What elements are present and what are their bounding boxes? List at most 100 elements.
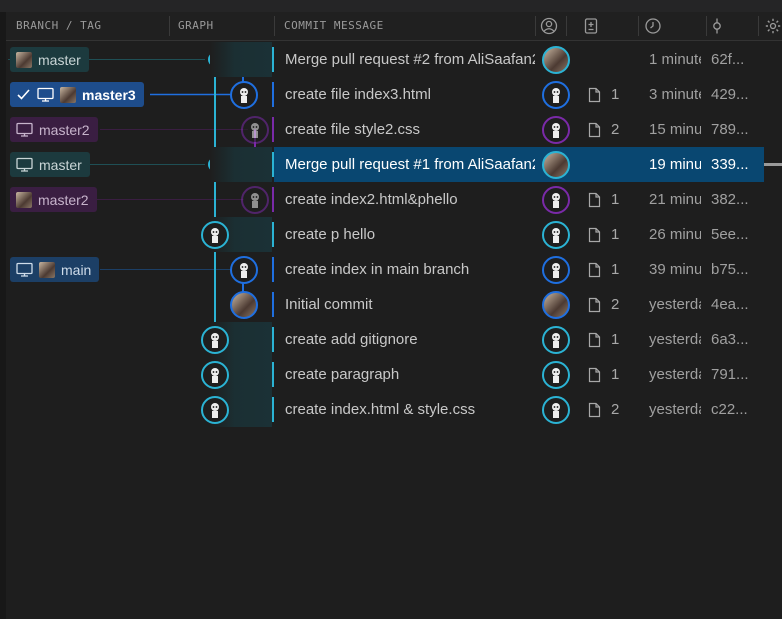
commit-message: Merge pull request #1 from AliSaafan2 (285, 156, 535, 173)
commit-message: create file index3.html (285, 86, 431, 103)
commit-time: yesterday (649, 331, 701, 348)
branch-tag-master2[interactable]: master2 (10, 117, 98, 142)
header-separator[interactable] (638, 16, 639, 36)
avatar (542, 46, 570, 74)
commit-row[interactable]: master2 create index2.html&phello 1 21 m… (0, 182, 782, 217)
header-separator[interactable] (706, 16, 707, 36)
graph-edge (272, 327, 274, 352)
commit-sha: 382... (711, 191, 749, 208)
branch-tag-master[interactable]: master (10, 152, 90, 177)
file-icon (588, 332, 601, 347)
file-icon (588, 367, 601, 382)
branch-label: master (39, 156, 82, 173)
commit-sha: b75... (711, 261, 749, 278)
avatar (60, 86, 76, 103)
commit-row[interactable]: master Merge pull request #2 from AliSaa… (0, 42, 782, 77)
commit-row[interactable]: create add gitignore 1 yesterday 6a3... (0, 322, 782, 357)
commit-sha: 789... (711, 121, 749, 138)
author-avatar (542, 81, 570, 109)
commit-row[interactable]: master2 create file style2.css 2 15 minu… (0, 112, 782, 147)
branch-label: master2 (38, 191, 89, 208)
commit-time: 1 minute ago (649, 51, 701, 68)
settings-gear-icon[interactable] (764, 17, 782, 35)
graph-edge (272, 397, 274, 422)
header-separator[interactable] (169, 16, 170, 36)
file-icon (588, 297, 601, 312)
graph-commit-avatar[interactable] (201, 396, 229, 424)
author-avatar (542, 256, 570, 284)
changes-column-icon[interactable] (582, 17, 600, 35)
graph-edge (272, 187, 274, 212)
graph-edge (272, 47, 274, 72)
time-column-icon[interactable] (644, 17, 662, 35)
author-avatar (542, 361, 570, 389)
commit-time: 39 minutes ago (649, 261, 701, 278)
header-branch-tag[interactable]: BRANCH / TAG (16, 12, 101, 40)
monitor-icon (16, 157, 33, 172)
author-column-icon[interactable] (540, 17, 558, 35)
commit-sha: 5ee... (711, 226, 749, 243)
commit-sha: 6a3... (711, 331, 749, 348)
author-avatar (542, 396, 570, 424)
commit-message: create p hello (285, 226, 376, 243)
commit-time: 26 minutes ago (649, 226, 701, 243)
file-icon (588, 262, 601, 277)
commit-sha: 4ea... (711, 296, 749, 313)
commit-row[interactable]: create index.html & style.css 2 yesterda… (0, 392, 782, 427)
commit-sha: c22... (711, 401, 748, 418)
header-separator[interactable] (535, 16, 536, 36)
branch-tag-master[interactable]: master (10, 47, 89, 72)
branch-tag-main[interactable]: main (10, 257, 100, 282)
sha-column-icon[interactable] (708, 17, 726, 35)
commit-row[interactable]: create p hello 1 26 minutes ago 5ee... (0, 217, 782, 252)
branch-tag-master2[interactable]: master2 (10, 187, 97, 212)
commit-message: create paragraph (285, 366, 400, 383)
files-changed: 2 (588, 112, 619, 147)
graph-commit-avatar[interactable] (230, 291, 258, 319)
files-changed: 1 (588, 182, 619, 217)
commit-time: yesterday (649, 296, 701, 313)
graph-commit-avatar[interactable] (241, 116, 269, 144)
graph-edge (272, 257, 274, 282)
commit-row[interactable]: main create index in main branch 1 39 mi… (0, 252, 782, 287)
monitor-icon (37, 87, 54, 102)
header-commit-message[interactable]: COMMIT MESSAGE (284, 12, 384, 40)
file-icon (588, 227, 601, 242)
header-separator[interactable] (758, 16, 759, 36)
header-graph[interactable]: GRAPH (178, 12, 214, 40)
commit-row[interactable]: create paragraph 1 yesterday 791... (0, 357, 782, 392)
commit-time: 15 minutes ago (649, 121, 701, 138)
commit-sha: 62f... (711, 51, 745, 68)
graph-commit-avatar[interactable] (201, 326, 229, 354)
graph-cell (210, 42, 272, 77)
graph-edge (272, 152, 274, 177)
commit-time: 21 minutes ago (649, 191, 701, 208)
commit-time: 19 minutes ago (649, 156, 701, 173)
file-icon (588, 192, 601, 207)
graph-commit-avatar[interactable] (230, 256, 258, 284)
file-icon (588, 87, 601, 102)
graph-commit-avatar[interactable] (241, 186, 269, 214)
column-header: BRANCH / TAG GRAPH COMMIT MESSAGE (6, 12, 782, 41)
author-avatar (542, 116, 570, 144)
graph-commit-avatar[interactable] (201, 221, 229, 249)
graph-commit-avatar[interactable] (201, 361, 229, 389)
commit-message: create index in main branch (285, 261, 470, 278)
graph-commit-avatar[interactable] (230, 81, 258, 109)
graph-edge (272, 362, 274, 387)
branch-label: main (61, 261, 92, 278)
author-avatar (542, 326, 570, 354)
files-changed: 1 (588, 217, 619, 252)
checkmark-icon (16, 87, 31, 102)
header-separator[interactable] (274, 16, 275, 36)
commit-row[interactable]: Initial commit 2 yesterday 4ea... (0, 287, 782, 322)
branch-label: master2 (39, 121, 90, 138)
files-changed: 1 (588, 357, 619, 392)
commit-sha: 429... (711, 86, 749, 103)
commit-row-selected[interactable]: master Merge pull request #1 from AliSaa… (0, 147, 782, 182)
header-separator[interactable] (566, 16, 567, 36)
commit-sha: 791... (711, 366, 749, 383)
commit-message: create index.html & style.css (285, 401, 476, 418)
branch-tag-master3[interactable]: master3 (10, 82, 144, 107)
commit-row[interactable]: master3 create file index3.html 1 3 minu… (0, 77, 782, 112)
